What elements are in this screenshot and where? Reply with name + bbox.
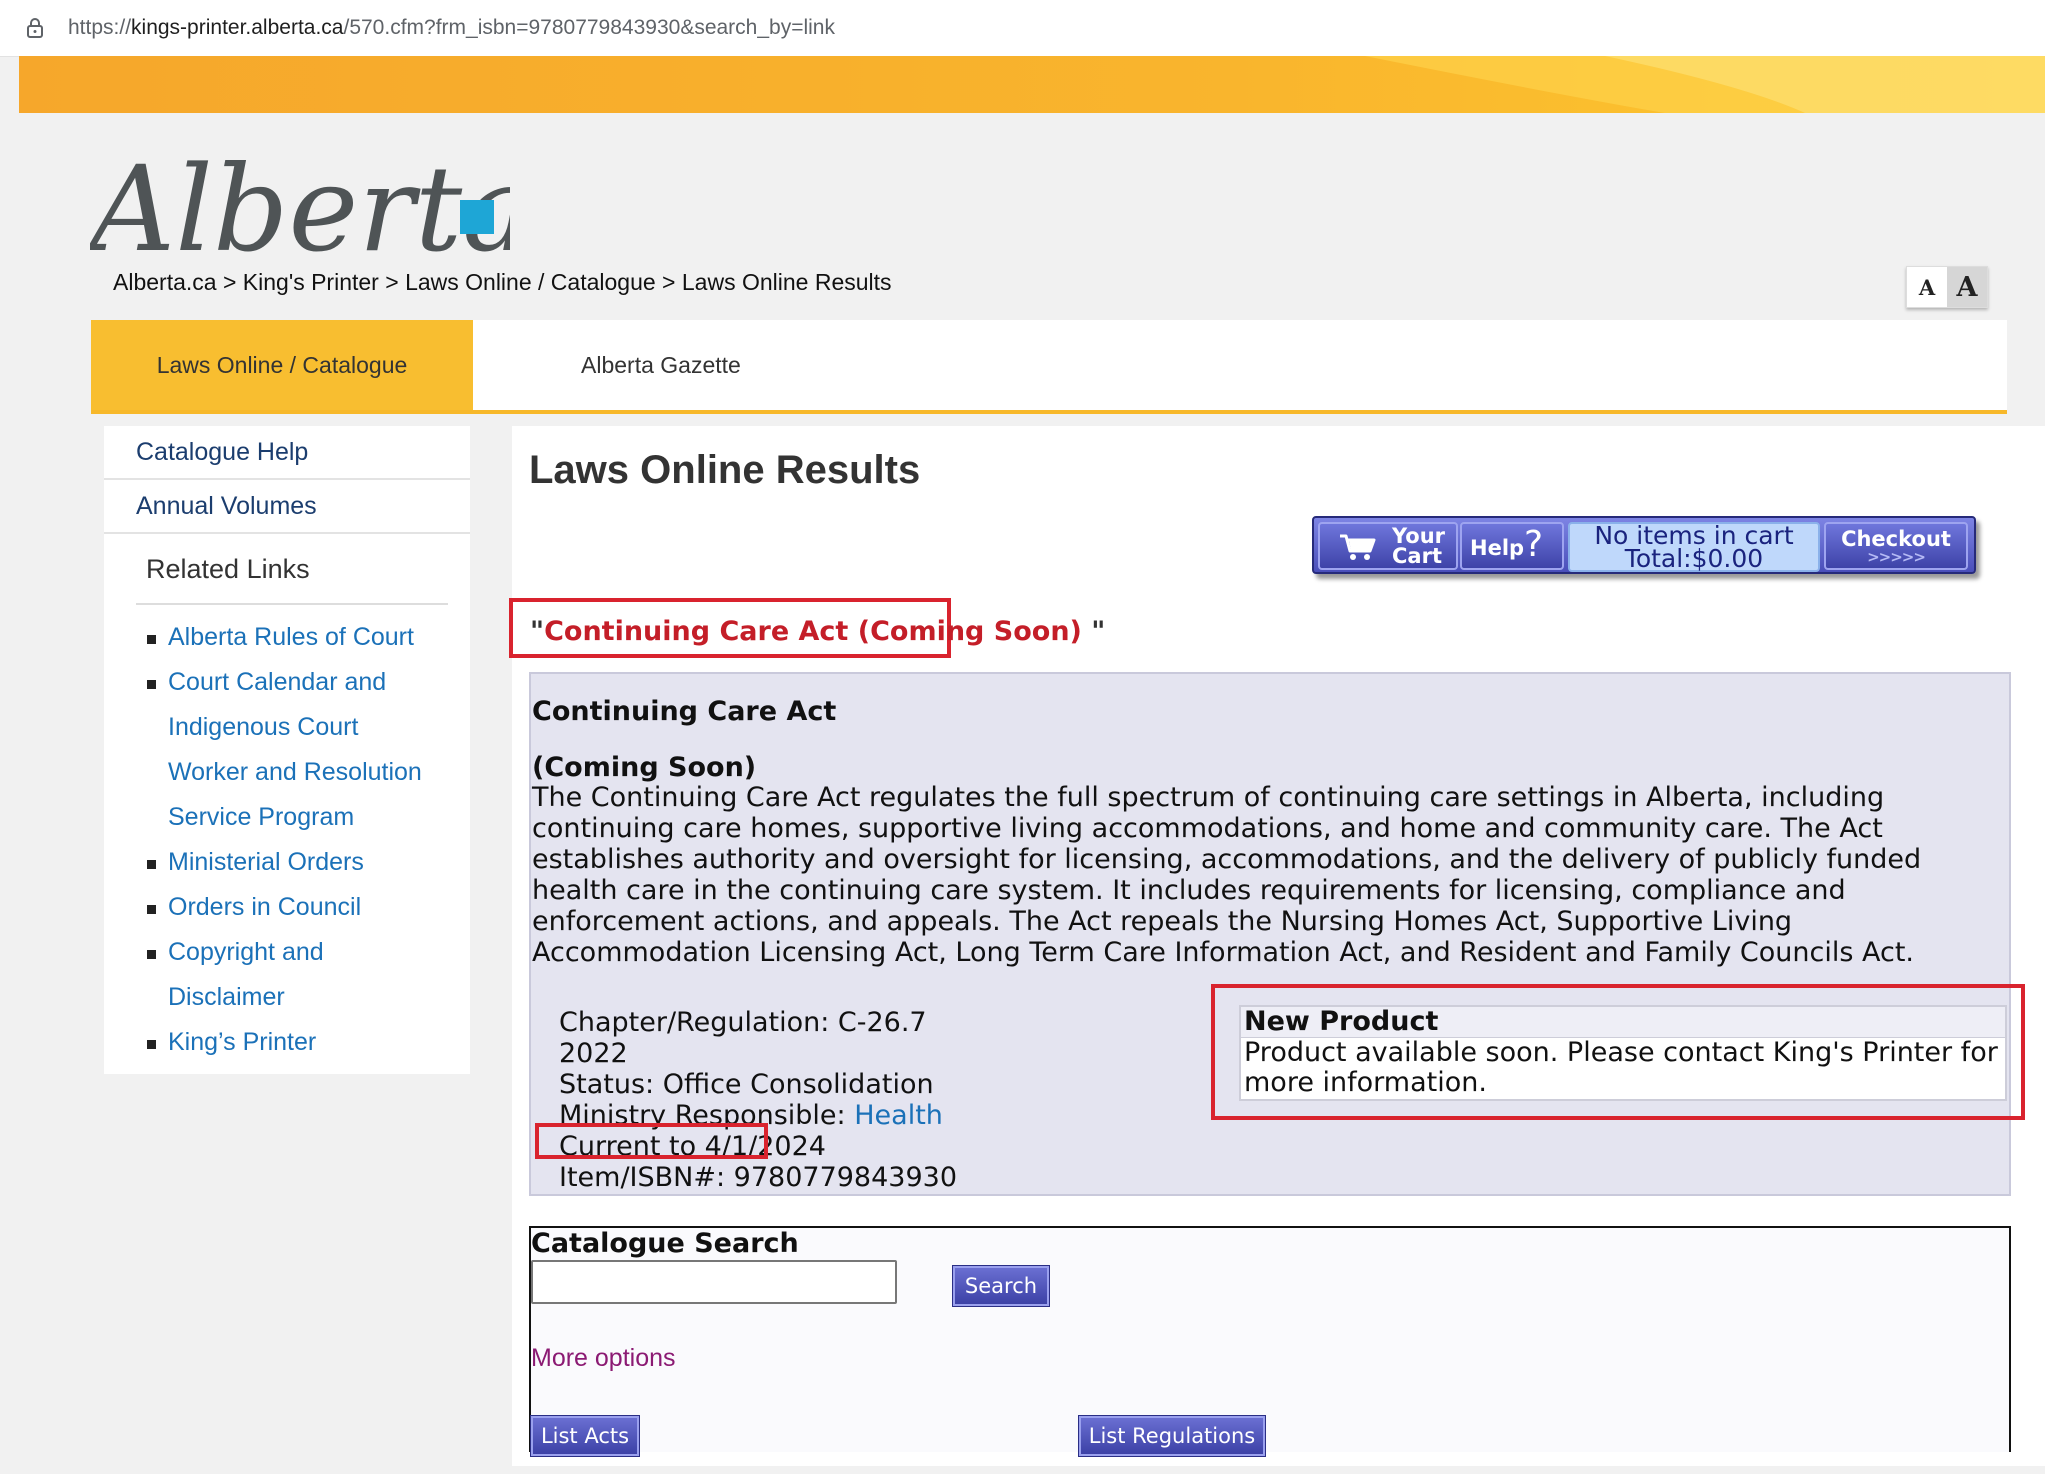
sidebar-item-catalogue-help[interactable]: Catalogue Help [104,426,470,480]
help-button[interactable]: Help ? [1460,522,1564,570]
year: 2022 [559,1038,628,1069]
product-metadata: Chapter/Regulation: C-26.7 2022 Status: … [559,1007,957,1193]
ministry-health-link[interactable]: Health [854,1100,943,1131]
url-text[interactable]: https://kings-printer.alberta.ca/570.cfm… [68,16,835,40]
banner-wave [1365,56,2045,113]
related-link-copyright[interactable]: Copyright and [144,930,470,975]
svg-text:Alberta: Alberta [90,140,510,262]
font-size-controls: A A [1906,266,1988,308]
breadcrumb: Alberta.ca > King's Printer > Laws Onlin… [113,269,892,295]
sidebar: Catalogue Help Annual Volumes Related Li… [104,426,470,1074]
search-button[interactable]: Search [953,1266,1049,1306]
related-link-court-calendar[interactable]: Court Calendar and [144,660,470,705]
breadcrumb-laws-online[interactable]: Laws Online / Catalogue [405,269,656,295]
lock-icon [27,18,43,38]
product-description: The Continuing Care Act regulates the fu… [532,782,1922,968]
sidebar-item-annual-volumes[interactable]: Annual Volumes [104,480,470,534]
related-link-orders-in-council[interactable]: Orders in Council [144,885,470,930]
catalogue-search-heading: Catalogue Search [531,1228,799,1259]
related-link-indigenous-court[interactable]: Indigenous Court [144,705,470,750]
chapter-regulation: Chapter/Regulation: C-26.7 [559,1007,927,1038]
header-banner [19,56,2045,113]
related-links-list: Alberta Rules of Court Court Calendar an… [104,615,470,1065]
product-title: "Continuing Care Act (Coming Soon) " [530,616,1106,647]
related-link-service-program[interactable]: Service Program [144,795,470,840]
breadcrumb-current: Laws Online Results [681,269,892,295]
product-detail-box: Continuing Care Act (Coming Soon) The Co… [529,672,2025,1196]
related-link-ministerial-orders[interactable]: Ministerial Orders [144,840,470,885]
alberta-logo[interactable]: Alberta [81,132,533,278]
cart-toolbar: Your Cart Help ? No items in cart Total:$… [1312,516,1976,574]
tab-alberta-gazette[interactable]: Alberta Gazette [581,320,741,410]
main-content: Laws Online Results Your Cart Help ? No i… [509,426,2045,1466]
related-links-divider [136,603,448,605]
question-mark-icon: ? [1524,524,1544,565]
search-input[interactable] [531,1260,897,1304]
related-link-disclaimer[interactable]: Disclaimer [144,975,470,1020]
font-smaller-button[interactable]: A [1907,267,1947,307]
new-product-highlight-box [1211,984,2025,1120]
related-link-worker-resolution[interactable]: Worker and Resolution [144,750,470,795]
address-bar[interactable]: https://kings-printer.alberta.ca/570.cfm… [0,0,2045,57]
list-acts-button[interactable]: List Acts [531,1416,639,1456]
product-subtitle: (Coming Soon) [532,752,757,783]
related-link-kings-printer[interactable]: King’s Printer [144,1020,470,1065]
tab-laws-online-catalogue[interactable]: Laws Online / Catalogue [91,320,473,410]
product-name: Continuing Care Act [532,696,837,727]
breadcrumb-alberta[interactable]: Alberta.ca [113,269,217,295]
more-options-link[interactable]: More options [531,1344,676,1373]
checkout-arrows-icon: >>>>> [1867,548,1926,566]
page-title: Laws Online Results [529,448,921,492]
catalogue-search: Catalogue Search Search More options Lis… [529,1226,2011,1456]
current-date-highlight-box [535,1123,768,1159]
shopping-cart-icon [1340,534,1376,560]
your-cart-button[interactable]: Your Cart [1318,522,1458,570]
cart-status: No items in cart Total:$0.00 [1568,522,1820,572]
item-isbn: Item/ISBN#: 9780779843930 [559,1162,957,1193]
related-link-rules-of-court[interactable]: Alberta Rules of Court [144,615,470,660]
font-larger-button[interactable]: A [1947,267,1987,307]
checkout-button[interactable]: Checkout >>>>> [1824,522,1968,570]
alberta-logo-graphic: Alberta [81,140,533,278]
breadcrumb-kings-printer[interactable]: King's Printer [243,269,379,295]
main-nav: Laws Online / Catalogue Alberta Gazette [91,320,2007,414]
related-links-heading: Related Links [146,554,310,584]
list-regulations-button[interactable]: List Regulations [1079,1416,1265,1456]
status: Status: Office Consolidation [559,1069,934,1100]
